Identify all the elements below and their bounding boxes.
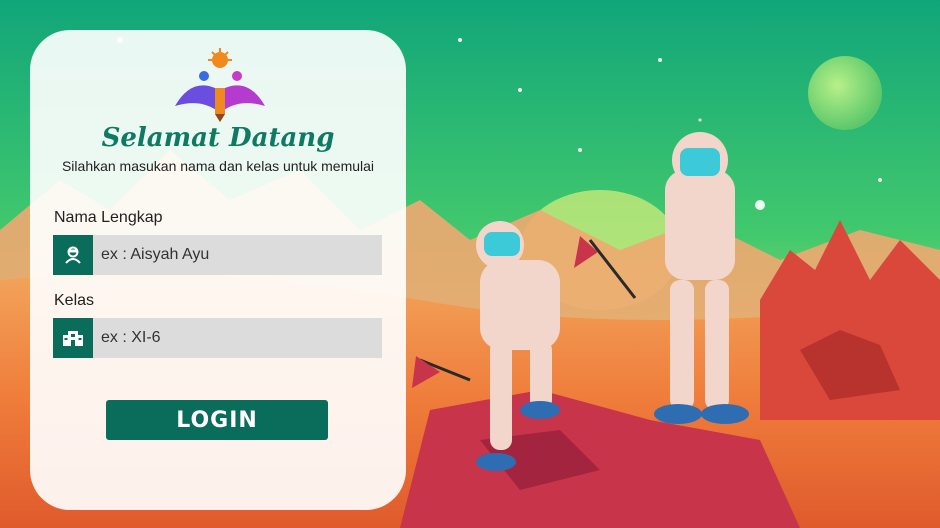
name-input[interactable] <box>93 235 381 275</box>
class-input[interactable] <box>93 318 381 358</box>
login-button[interactable]: LOGIN <box>106 400 328 440</box>
login-card: Selamat Datang Silahkan masukan nama dan… <box>30 30 406 510</box>
page-subtitle: Silahkan masukan nama dan kelas untuk me… <box>61 158 375 174</box>
name-field <box>53 235 382 275</box>
user-icon <box>53 235 93 275</box>
page-title: Selamat Datang <box>101 123 335 153</box>
building-icon <box>53 318 93 358</box>
school-logo <box>175 48 265 122</box>
name-field-label: Nama Lengkap <box>54 209 163 226</box>
class-field-label: Kelas <box>54 292 95 309</box>
class-field <box>53 318 382 358</box>
